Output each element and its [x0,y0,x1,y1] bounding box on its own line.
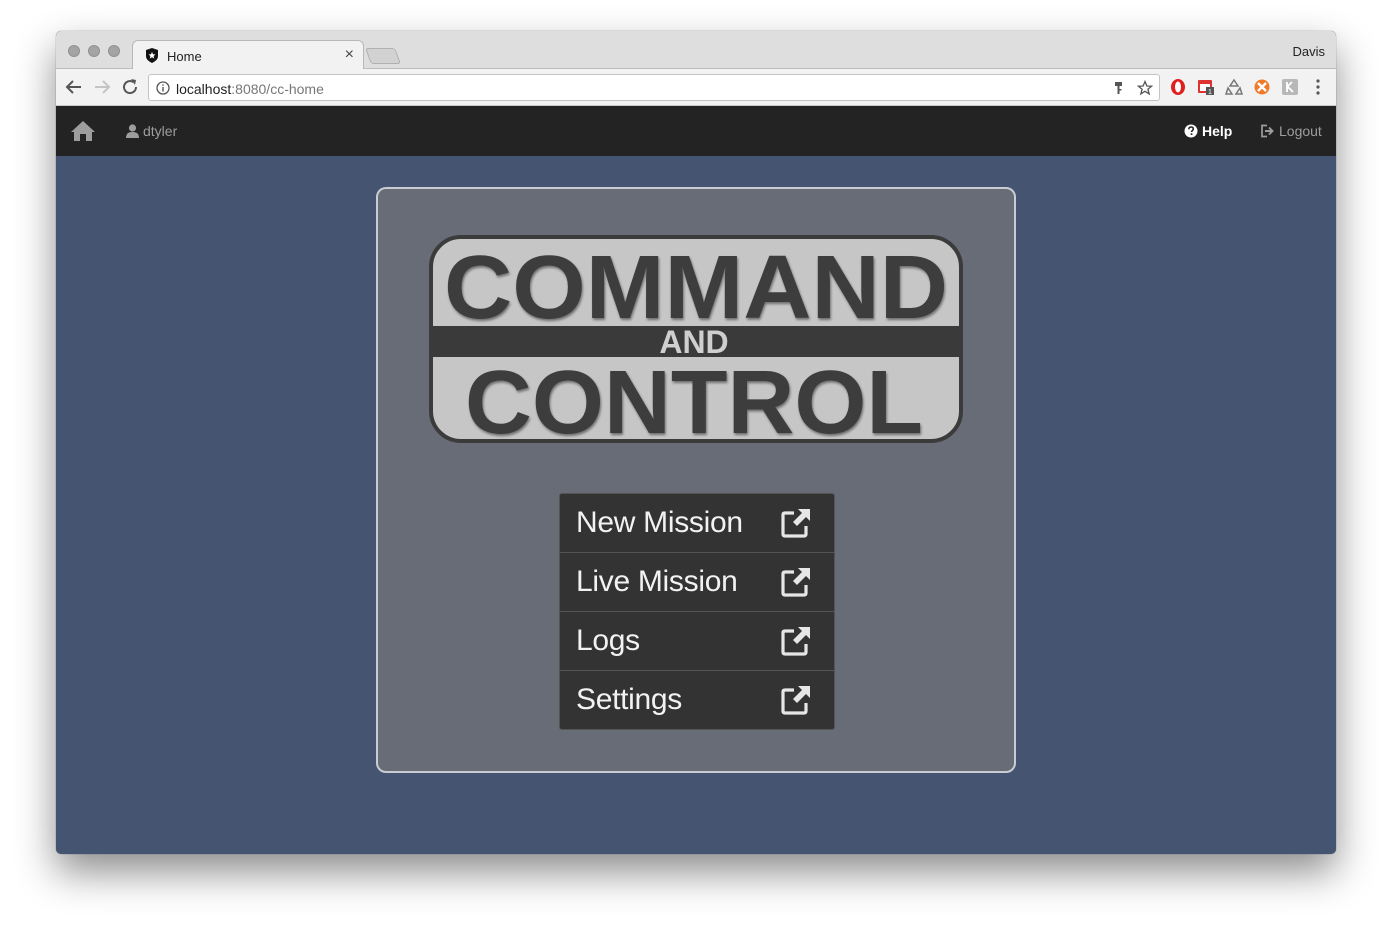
external-link-icon [781,686,810,715]
tab-close-icon[interactable]: × [345,46,354,64]
url-text[interactable]: localhost:8080/cc-home [176,81,324,97]
logs-button[interactable]: Logs [559,611,835,671]
external-link-icon [781,627,810,656]
user-link[interactable]: dtyler [126,123,177,139]
url-path: :8080/cc-home [231,81,324,97]
browser-window: Home × Davis localhost:8080/cc-home 1 dt… [56,31,1336,854]
info-icon[interactable] [156,81,170,95]
logout-link[interactable]: Logout [1260,123,1322,139]
question-circle-icon [1184,124,1198,138]
minimize-window-button[interactable] [88,45,100,57]
home-panel: COMMAND AND CONTROL New Mission Live Mis… [376,187,1016,773]
new-mission-button[interactable]: New Mission [559,493,835,553]
browser-tab[interactable]: Home × [132,40,364,70]
logo-line-control: CONTROL [465,353,923,444]
username: dtyler [143,123,178,139]
logs-label: Logs [576,624,640,657]
settings-label: Settings [576,683,682,716]
orange-extension-icon[interactable] [1253,78,1271,96]
main-menu: New Mission Live Mission Logs Settings [559,493,835,730]
key-icon[interactable] [1111,80,1127,96]
tab-strip: Home × Davis [56,31,1336,70]
address-bar[interactable]: localhost:8080/cc-home [148,74,1160,101]
close-window-button[interactable] [68,45,80,57]
profile-name[interactable]: Davis [1292,44,1325,59]
more-menu-icon[interactable] [1309,78,1327,96]
opera-icon[interactable] [1169,78,1187,96]
settings-button[interactable]: Settings [559,670,835,730]
logout-icon [1261,124,1274,138]
new-mission-label: New Mission [576,506,743,539]
calendar-extension-icon[interactable]: 1 [1197,78,1215,96]
home-icon[interactable] [70,120,96,142]
browser-toolbar: localhost:8080/cc-home 1 [56,69,1336,106]
back-arrow-icon[interactable] [63,76,85,98]
external-link-icon [781,568,810,597]
forward-arrow-icon[interactable] [91,76,113,98]
star-icon[interactable] [1137,80,1153,96]
live-mission-label: Live Mission [576,565,738,598]
maximize-window-button[interactable] [108,45,120,57]
logout-label: Logout [1279,123,1322,139]
help-label: Help [1202,123,1233,139]
command-and-control-logo: COMMAND AND CONTROL [429,235,963,444]
app-navbar: dtyler Help Logout [56,106,1336,156]
help-link[interactable]: Help [1184,123,1232,139]
user-icon [126,124,139,138]
live-mission-button[interactable]: Live Mission [559,552,835,612]
reload-icon[interactable] [119,76,141,98]
logo-line-command: COMMAND [444,238,948,338]
tab-title: Home [167,49,202,64]
url-host: localhost [176,81,232,97]
new-tab-button[interactable] [365,48,401,64]
shield-icon [146,48,158,63]
recycle-icon[interactable] [1225,78,1243,96]
gray-extension-icon[interactable] [1281,78,1299,96]
svg-text:1: 1 [1208,89,1212,96]
external-link-icon [781,509,810,538]
